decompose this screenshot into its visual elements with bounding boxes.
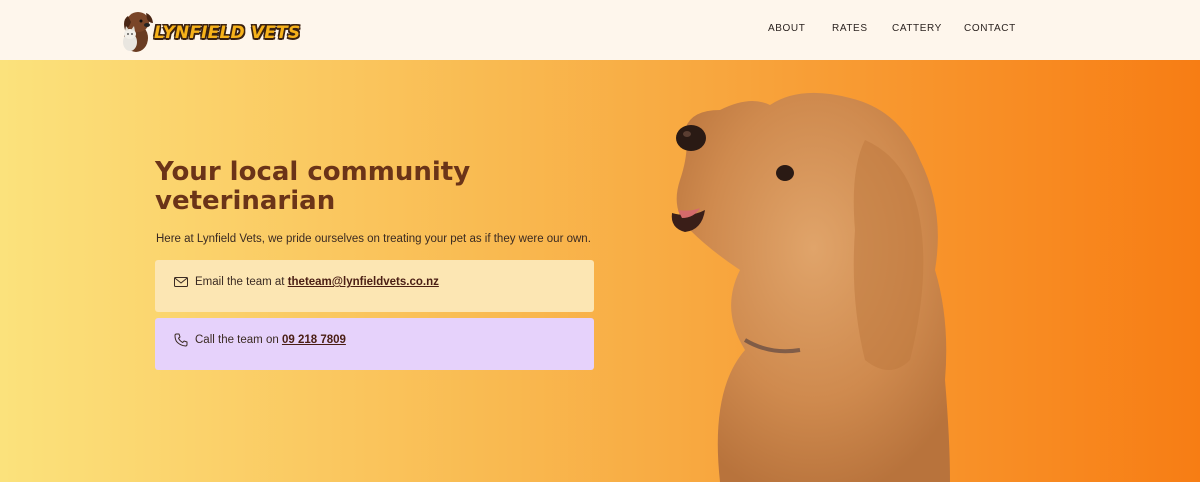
dog-cat-logo-icon — [123, 12, 153, 52]
nav-cattery[interactable]: CATTERY — [892, 23, 942, 34]
email-text: Email the team at theteam@lynfieldvets.c… — [195, 276, 439, 288]
phone-icon — [174, 333, 188, 347]
brand-wordmark: LYNFIELD VETS — [154, 23, 301, 43]
hero-heading: Your local community veterinarian — [155, 157, 471, 216]
nav-about[interactable]: ABOUT — [768, 23, 805, 34]
phone-link[interactable]: 09 218 7809 — [282, 334, 346, 346]
email-card: Email the team at theteam@lynfieldvets.c… — [155, 260, 594, 312]
phone-prefix: Call the team on — [195, 334, 279, 346]
dog-photo — [671, 92, 950, 482]
phone-text: Call the team on 09 218 7809 — [195, 334, 346, 346]
hero-lead: Here at Lynfield Vets, we pride ourselve… — [156, 233, 591, 245]
envelope-icon — [174, 277, 188, 287]
brand-logo[interactable]: LYNFIELD VETS — [118, 8, 300, 54]
email-prefix: Email the team at — [195, 276, 285, 288]
email-link[interactable]: theteam@lynfieldvets.co.nz — [288, 276, 439, 288]
hero-section: Your local community veterinarian Here a… — [0, 60, 1200, 482]
nav-contact[interactable]: CONTACT — [964, 23, 1016, 34]
phone-card: Call the team on 09 218 7809 — [155, 318, 594, 370]
nav-rates[interactable]: RATES — [832, 23, 868, 34]
site-header: LYNFIELD VETS ABOUT RATES CATTERY CONTAC… — [0, 0, 1200, 60]
